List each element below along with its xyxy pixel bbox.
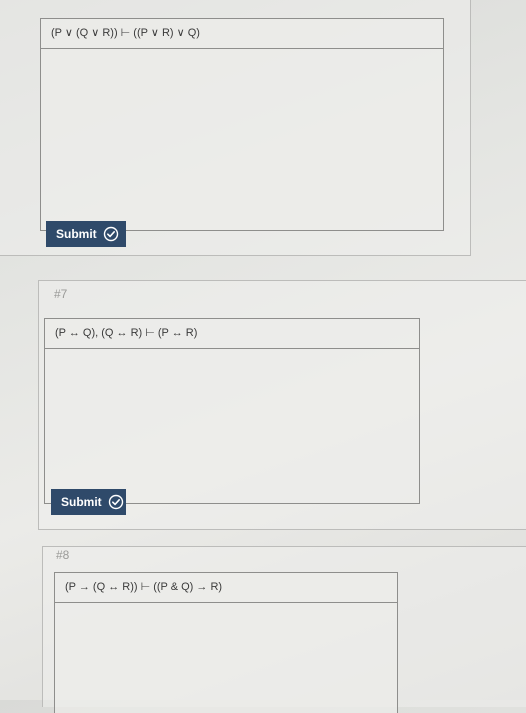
check-circle-icon bbox=[108, 494, 124, 510]
submit-button-7[interactable]: Submit bbox=[51, 489, 126, 515]
submit-button-6[interactable]: Submit bbox=[46, 221, 126, 247]
premise-formula-6: (P ∨ (Q ∨ R)) ⊢ ((P ∨ R) ∨ Q) bbox=[41, 19, 443, 49]
answer-input-6[interactable] bbox=[41, 49, 443, 230]
answer-input-8[interactable] bbox=[55, 603, 397, 713]
answer-box-8: (P → (Q ↔ R)) ⊢ ((P & Q) → R) bbox=[54, 572, 398, 713]
premise-formula-7: (P ↔ Q), (Q ↔ R) ⊢ (P ↔ R) bbox=[45, 319, 419, 349]
question-number-7: #7 bbox=[54, 287, 68, 301]
submit-label-7: Submit bbox=[61, 495, 102, 509]
answer-box-7: (P ↔ Q), (Q ↔ R) ⊢ (P ↔ R) bbox=[44, 318, 420, 504]
premise-formula-8: (P → (Q ↔ R)) ⊢ ((P & Q) → R) bbox=[55, 573, 397, 603]
answer-box-6: (P ∨ (Q ∨ R)) ⊢ ((P ∨ R) ∨ Q) bbox=[40, 18, 444, 231]
check-circle-icon bbox=[103, 226, 119, 242]
submit-label-6: Submit bbox=[56, 227, 97, 241]
answer-input-7[interactable] bbox=[45, 349, 419, 503]
question-number-8: #8 bbox=[56, 548, 70, 562]
